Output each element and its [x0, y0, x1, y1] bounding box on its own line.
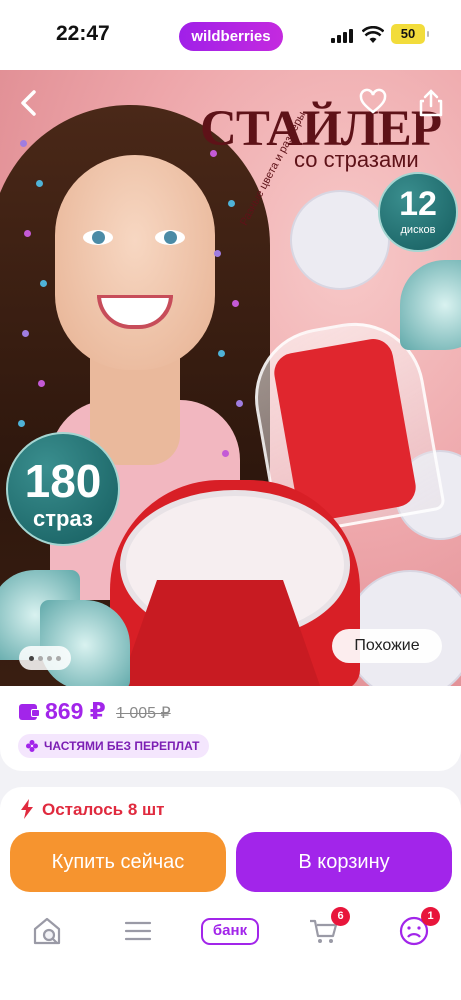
stones-badge: 180 страз: [6, 432, 120, 546]
disks-count: 12: [399, 185, 437, 223]
battery-icon: 50: [391, 24, 429, 44]
profile-tab[interactable]: 1: [398, 907, 440, 947]
back-arrow-icon[interactable]: [14, 88, 44, 118]
buy-now-button[interactable]: Купить сейчас: [10, 832, 226, 892]
purchase-card: Осталось 8 шт Купить сейчас В корзину: [0, 787, 461, 1000]
rhinestone-graphic: [236, 400, 243, 407]
rhinestone-graphic: [20, 140, 27, 147]
heart-icon[interactable]: [359, 88, 387, 116]
rhinestone-graphic: [18, 420, 25, 427]
status-bar: 22:47 wildberries 50: [0, 0, 461, 70]
rhinestone-graphic: [218, 350, 225, 357]
similar-button[interactable]: Похожие: [332, 629, 442, 663]
rhinestone-graphic: [24, 230, 31, 237]
home-search-icon[interactable]: [31, 915, 63, 947]
stones-label: страз: [33, 506, 93, 531]
rhinestone-graphic: [22, 330, 29, 337]
bank-tab[interactable]: банк: [201, 918, 259, 945]
flower-graphic: [40, 600, 130, 686]
rhinestone-graphic: [222, 450, 229, 457]
catalog-menu-icon[interactable]: [122, 915, 154, 947]
price-current: 869 ₽: [45, 698, 106, 724]
lightning-icon: [21, 799, 33, 819]
gallery-dot: [29, 656, 34, 661]
brand-logo: wildberries: [179, 22, 283, 51]
gallery-dot: [47, 656, 52, 661]
disks-label: дисков: [400, 224, 436, 236]
installment-icon: [26, 740, 38, 752]
share-icon[interactable]: [418, 88, 444, 118]
rhinestone-graphic: [214, 250, 221, 257]
stones-count: 180: [24, 455, 102, 507]
product-image[interactable]: СТАЙЛЕР со стразами Разные цвета и разме…: [0, 70, 461, 686]
flower-graphic: [400, 260, 461, 350]
rhinestone-graphic: [36, 180, 43, 187]
price-old: 1 005 ₽: [116, 705, 171, 722]
profile-badge: 1: [421, 907, 440, 926]
rhinestone-graphic: [228, 200, 235, 207]
wifi-icon: [362, 26, 384, 43]
installment-badge[interactable]: ЧАСТЯМИ БЕЗ ПЕРЕПЛАТ: [18, 734, 210, 758]
gallery-indicator[interactable]: [19, 646, 71, 670]
status-time: 22:47: [56, 22, 110, 45]
stock-remaining: Осталось 8 шт: [42, 800, 165, 819]
price-card: 869 ₽ 1 005 ₽ ЧАСТЯМИ БЕЗ ПЕРЕПЛАТ: [0, 686, 461, 771]
rhinestone-disk-graphic: [290, 190, 390, 290]
cart-badge: 6: [331, 907, 350, 926]
tab-bar: банк 6 1: [0, 905, 461, 965]
signal-icon: [331, 29, 355, 43]
smile-graphic: [97, 295, 173, 329]
rhinestone-graphic: [232, 300, 239, 307]
product-screen: 22:47 wildberries 50 СТАЙЛЕР со стразами…: [0, 0, 461, 1000]
gallery-dot: [38, 656, 43, 661]
girl-face-graphic: [55, 155, 215, 370]
rhinestone-graphic: [38, 380, 45, 387]
gallery-dot: [56, 656, 61, 661]
eye-graphic: [83, 230, 113, 245]
add-to-cart-button[interactable]: В корзину: [236, 832, 452, 892]
disks-badge: 12 дисков: [378, 172, 458, 252]
product-subheadline: со стразами: [294, 147, 419, 172]
wallet-icon: [19, 704, 40, 720]
rhinestone-graphic: [40, 280, 47, 287]
cart-tab[interactable]: 6: [308, 907, 350, 947]
rhinestone-disk-graphic: [345, 570, 461, 686]
installment-label: ЧАСТЯМИ БЕЗ ПЕРЕПЛАТ: [44, 739, 200, 753]
eye-graphic: [155, 230, 185, 245]
